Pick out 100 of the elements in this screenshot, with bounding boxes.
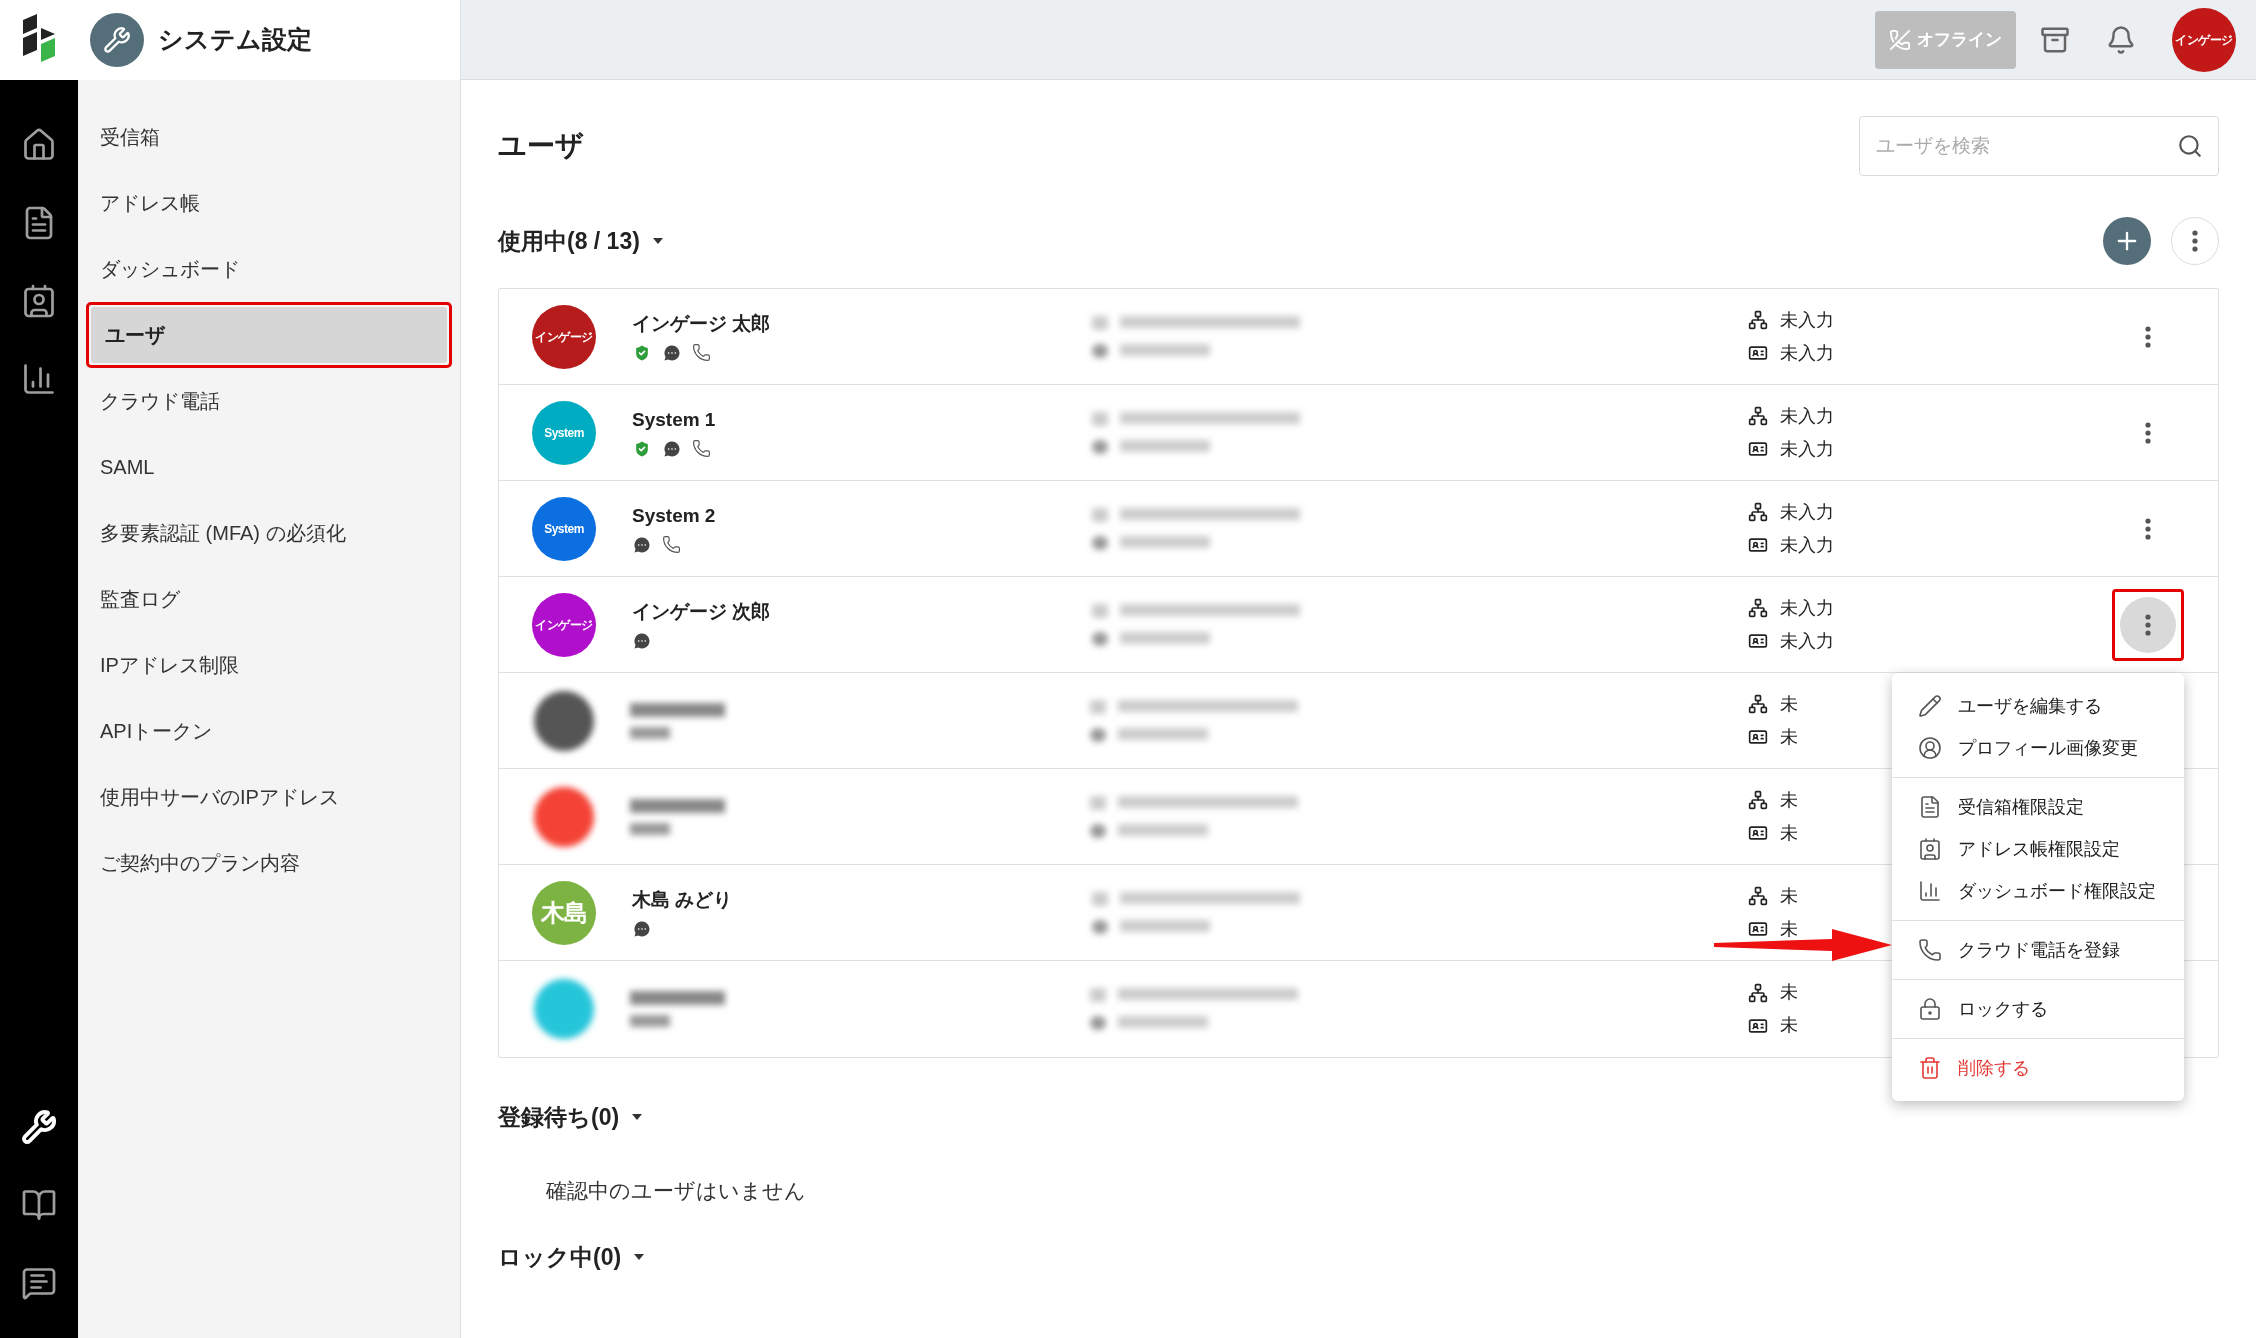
book-icon <box>21 1187 57 1223</box>
id-icon <box>1748 727 1768 747</box>
caret-icon <box>631 1113 644 1122</box>
avatar-initials: インゲージ <box>535 328 593 346</box>
chat-icon <box>632 918 652 939</box>
more-icon <box>2145 517 2151 540</box>
phone-off-icon <box>1889 28 1911 51</box>
settings-icon <box>103 25 131 54</box>
caret-icon <box>633 1253 646 1262</box>
sidebar-item[interactable]: ご契約中のプラン内容 <box>86 830 452 896</box>
employee-id-text: 未 <box>1780 1014 1798 1037</box>
contacts-icon <box>1918 837 1942 861</box>
pencil-icon <box>1918 694 1942 718</box>
menu-item[interactable]: ロックする <box>1892 988 2184 1030</box>
sidebar-item[interactable]: クラウド電話 <box>86 368 452 434</box>
menu-item[interactable]: プロフィール画像変更 <box>1892 727 2184 769</box>
user-circle-icon <box>1918 736 1942 760</box>
org-chart-icon <box>1748 694 1768 714</box>
employee-id-text: 未 <box>1780 821 1798 845</box>
settings-icon <box>21 1109 57 1145</box>
search-icon <box>2177 133 2203 159</box>
section-toggle[interactable]: ロック中(0) <box>498 1240 646 1275</box>
chart-icon <box>21 361 57 397</box>
menu-item[interactable]: 削除する <box>1892 1047 2184 1089</box>
sidebar-item[interactable]: 多要素認証 (MFA) の必須化 <box>86 500 452 566</box>
id-icon <box>1748 631 1768 651</box>
sidebar-item[interactable]: 監査ログ <box>86 566 452 632</box>
phone-icon <box>692 343 711 363</box>
home-icon <box>21 127 57 163</box>
department-text: 未入力 <box>1780 308 1834 332</box>
more-icon <box>2145 325 2151 348</box>
section-toggle[interactable]: 使用中(8 / 13) <box>498 223 664 259</box>
user-name: インゲージ 次郎 <box>632 600 772 625</box>
department-text: 未 <box>1780 884 1798 908</box>
employee-id-text: 未入力 <box>1780 437 1834 461</box>
add-user-button[interactable] <box>2103 217 2151 265</box>
id-icon <box>1748 535 1768 555</box>
sidebar-item[interactable]: APIトークン <box>86 698 452 764</box>
id-icon <box>1748 919 1768 939</box>
chat-icon <box>662 342 682 363</box>
sidebar-item[interactable]: SAML <box>86 434 452 500</box>
section-toggle[interactable]: 登録待ち(0) <box>498 1100 644 1135</box>
app-title: システム設定 <box>158 23 312 55</box>
phone-icon <box>1918 938 1942 962</box>
org-chart-icon <box>1748 310 1768 330</box>
org-chart-icon <box>1748 598 1768 618</box>
sidebar-item[interactable]: アドレス帳 <box>86 170 452 236</box>
help-icon <box>21 1265 57 1301</box>
menu-item[interactable]: ダッシュボード権限設定 <box>1892 870 2184 912</box>
avatar-initials: 木島 <box>540 897 588 928</box>
user-name: System 1 <box>632 408 717 433</box>
caret-icon <box>651 237 664 245</box>
avatar-initials: System <box>544 424 584 442</box>
department-text: 未 <box>1780 981 1798 1004</box>
phone-icon <box>692 439 711 459</box>
sidebar-item[interactable]: 受信箱 <box>86 104 452 170</box>
more-icon <box>2145 421 2151 444</box>
page-title: ユーザ <box>498 129 584 163</box>
chat-icon <box>632 534 652 555</box>
sidebar-item[interactable]: IPアドレス制限 <box>86 632 452 698</box>
avatar-initials: System <box>544 520 584 538</box>
sidebar-item[interactable]: 使用中サーバのIPアドレス <box>86 764 452 830</box>
more-icon <box>2192 230 2198 252</box>
lock-icon <box>1918 997 1942 1021</box>
org-chart-icon <box>1748 406 1768 426</box>
phone-icon <box>662 535 681 555</box>
id-icon <box>1748 343 1768 363</box>
employee-id-text: 未 <box>1780 917 1798 941</box>
sidebar-item[interactable]: ダッシュボード <box>86 236 452 302</box>
department-text: 未入力 <box>1780 404 1834 428</box>
bell-icon[interactable] <box>2106 24 2136 55</box>
employee-id-text: 未入力 <box>1780 629 1834 653</box>
search-field[interactable]: ユーザを検索 <box>1859 116 2219 176</box>
department-text: 未 <box>1780 692 1798 716</box>
menu-item[interactable]: アドレス帳権限設定 <box>1892 828 2184 870</box>
empty-message: 確認中のユーザはいません <box>546 1177 807 1204</box>
user-name: インゲージ 太郎 <box>632 312 772 337</box>
contacts-icon <box>21 283 57 319</box>
user-name: 木島 みどり <box>632 888 734 913</box>
employee-id-text: 未 <box>1780 725 1798 749</box>
sidebar-item[interactable]: ユーザ <box>91 307 447 363</box>
department-text: 未 <box>1780 788 1798 812</box>
inbox-icon <box>1918 795 1942 819</box>
department-text: 未入力 <box>1780 500 1834 524</box>
trash-icon <box>1918 1056 1942 1080</box>
chat-icon <box>632 630 652 651</box>
more-icon <box>2145 613 2151 636</box>
org-chart-icon <box>1748 982 1768 1003</box>
id-icon <box>1748 439 1768 459</box>
department-text: 未入力 <box>1780 596 1834 620</box>
menu-item[interactable]: ユーザを編集する <box>1892 685 2184 727</box>
menu-item[interactable]: クラウド電話を登録 <box>1892 929 2184 971</box>
id-icon <box>1748 823 1768 843</box>
employee-id-text: 未入力 <box>1780 533 1834 557</box>
chart-icon <box>1918 879 1942 903</box>
employee-id-text: 未入力 <box>1780 341 1834 365</box>
user-avatar[interactable]: インゲージ <box>2172 7 2236 72</box>
org-chart-icon <box>1748 886 1768 906</box>
menu-item[interactable]: 受信箱権限設定 <box>1892 786 2184 828</box>
chat-icon <box>662 438 682 459</box>
